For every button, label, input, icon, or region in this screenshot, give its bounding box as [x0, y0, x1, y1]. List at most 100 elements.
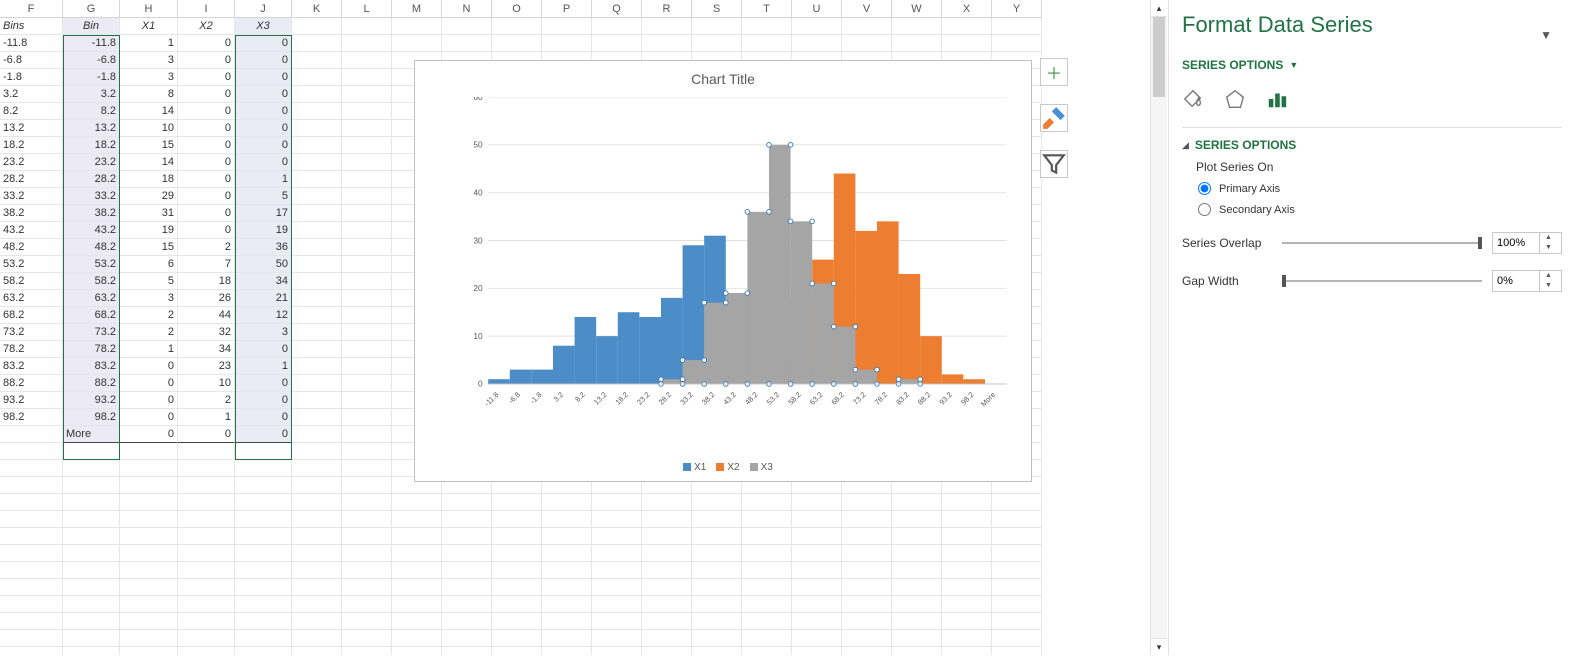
cell[interactable]	[235, 613, 292, 630]
cell[interactable]	[892, 579, 942, 596]
bar-X3[interactable]	[747, 212, 769, 384]
cell[interactable]	[120, 596, 178, 613]
cell[interactable]: 29	[120, 188, 178, 205]
header-cell[interactable]	[542, 18, 592, 35]
cell[interactable]	[692, 494, 742, 511]
cell[interactable]	[892, 647, 942, 655]
cell[interactable]: 8	[120, 86, 178, 103]
cell[interactable]	[942, 562, 992, 579]
cell[interactable]	[542, 494, 592, 511]
cell[interactable]	[842, 511, 892, 528]
bar-X1[interactable]	[639, 317, 661, 384]
cell[interactable]	[342, 375, 392, 392]
cell[interactable]: 0	[178, 426, 235, 443]
cell[interactable]	[342, 137, 392, 154]
bar-X2[interactable]	[963, 379, 985, 384]
column-header-G[interactable]: G	[63, 0, 120, 18]
bar-X3[interactable]	[726, 293, 748, 384]
cell[interactable]	[292, 443, 342, 460]
cell[interactable]	[63, 630, 120, 647]
cell[interactable]	[392, 579, 442, 596]
cell[interactable]: 1	[235, 358, 292, 375]
spreadsheet-grid[interactable]: FGHIJKLMNOPQRSTUVWXY BinsBinX1X2X3-11.8-…	[0, 0, 1160, 655]
cell[interactable]	[992, 528, 1042, 545]
cell[interactable]: 0	[178, 69, 235, 86]
column-header-L[interactable]: L	[342, 0, 392, 18]
cell[interactable]: More	[63, 426, 120, 443]
header-cell[interactable]	[592, 18, 642, 35]
cell[interactable]: -1.8	[0, 69, 63, 86]
cell[interactable]	[542, 545, 592, 562]
cell[interactable]: 0	[178, 52, 235, 69]
cell[interactable]: 0	[235, 103, 292, 120]
header-cell[interactable]: Bins	[0, 18, 63, 35]
cell[interactable]: 63.2	[0, 290, 63, 307]
cell[interactable]: 7	[178, 256, 235, 273]
cell[interactable]	[120, 460, 178, 477]
cell[interactable]	[442, 630, 492, 647]
bar-X3[interactable]	[791, 221, 813, 384]
cell[interactable]	[342, 460, 392, 477]
cell[interactable]: 48.2	[63, 239, 120, 256]
cell[interactable]	[942, 35, 992, 52]
cell[interactable]	[692, 528, 742, 545]
cell[interactable]: 88.2	[63, 375, 120, 392]
cell[interactable]	[942, 630, 992, 647]
cell[interactable]: 1	[235, 171, 292, 188]
cell[interactable]	[235, 528, 292, 545]
cell[interactable]	[235, 630, 292, 647]
cell[interactable]: 23.2	[0, 154, 63, 171]
column-header-R[interactable]: R	[642, 0, 692, 18]
cell[interactable]	[235, 562, 292, 579]
legend-label[interactable]: X1	[694, 462, 706, 473]
cell[interactable]	[942, 596, 992, 613]
cell[interactable]: 3	[120, 69, 178, 86]
cell[interactable]	[0, 579, 63, 596]
bar-X3[interactable]	[855, 370, 877, 384]
cell[interactable]	[492, 613, 542, 630]
header-cell[interactable]: X1	[120, 18, 178, 35]
series-options-tab-button[interactable]	[1266, 88, 1288, 113]
cell[interactable]	[235, 511, 292, 528]
cell[interactable]	[742, 613, 792, 630]
column-header-Q[interactable]: Q	[592, 0, 642, 18]
cell[interactable]	[178, 494, 235, 511]
cell[interactable]: 13.2	[0, 120, 63, 137]
cell[interactable]: 78.2	[0, 341, 63, 358]
cell[interactable]: -6.8	[0, 52, 63, 69]
cell[interactable]	[992, 647, 1042, 655]
spinner-up-icon[interactable]: ▲	[1540, 271, 1557, 281]
cell[interactable]	[178, 477, 235, 494]
cell[interactable]	[0, 630, 63, 647]
bar-X1[interactable]	[531, 370, 553, 384]
cell[interactable]	[392, 562, 442, 579]
cell[interactable]: 0	[235, 69, 292, 86]
cell[interactable]: 2	[120, 307, 178, 324]
cell[interactable]	[942, 613, 992, 630]
cell[interactable]	[792, 35, 842, 52]
cell[interactable]: 26	[178, 290, 235, 307]
header-cell[interactable]	[342, 18, 392, 35]
column-header-M[interactable]: M	[392, 0, 442, 18]
cell[interactable]: 2	[120, 324, 178, 341]
bar-X2[interactable]	[920, 336, 942, 384]
cell[interactable]	[692, 647, 742, 655]
cell[interactable]	[292, 647, 342, 655]
cell[interactable]	[992, 545, 1042, 562]
cell[interactable]: 3.2	[0, 86, 63, 103]
chart-filters-button[interactable]	[1040, 150, 1068, 178]
cell[interactable]	[292, 222, 342, 239]
cell[interactable]	[592, 511, 642, 528]
cell[interactable]: 78.2	[63, 341, 120, 358]
cell[interactable]	[342, 103, 392, 120]
cell[interactable]	[992, 613, 1042, 630]
column-header-K[interactable]: K	[292, 0, 342, 18]
cell[interactable]: 93.2	[0, 392, 63, 409]
cell[interactable]	[342, 290, 392, 307]
cell[interactable]	[342, 86, 392, 103]
cell[interactable]	[63, 562, 120, 579]
header-cell[interactable]	[892, 18, 942, 35]
cell[interactable]: 68.2	[0, 307, 63, 324]
cell[interactable]	[592, 494, 642, 511]
cell[interactable]	[342, 341, 392, 358]
